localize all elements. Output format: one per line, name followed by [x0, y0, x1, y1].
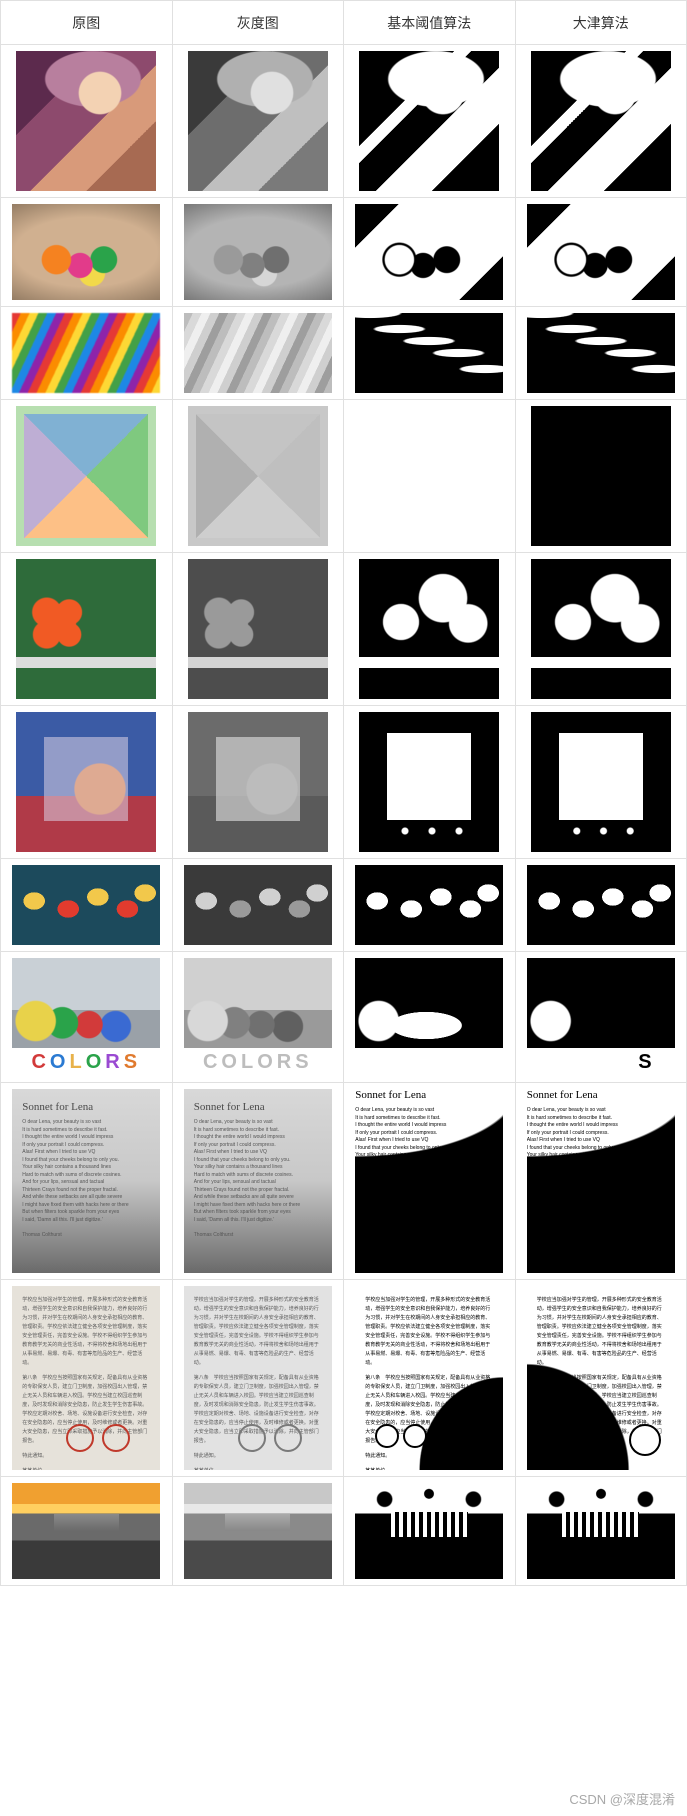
doc-paragraph: 学校应当加强对学生的管理，开展多种形式的安全教育活动，增强学生的安全意识和自我保…: [194, 1296, 322, 1368]
table-row: 学校应当加强对学生的管理，开展多种形式的安全教育活动，增强学生的安全意识和自我保…: [1, 1280, 687, 1477]
abstract-threshold: [359, 712, 499, 852]
stamp-icon: [274, 1424, 302, 1452]
sonnet-otsu: Sonnet for Lena O dear Lena, your beauty …: [527, 1089, 675, 1273]
doc-signature: 某某单位: [22, 1467, 150, 1470]
doc-paragraph: 特此通知。: [22, 1452, 150, 1461]
colors-threshold: COLORS: [355, 958, 503, 1076]
table-row: [1, 45, 687, 198]
sonnet-body: O dear Lena, your beauty is so vastIt is…: [22, 1119, 150, 1239]
colors-letters: COLORS: [527, 1048, 675, 1076]
tulips-original: [12, 865, 160, 945]
colors-original: COLORS: [12, 958, 160, 1076]
waves-grayscale: [184, 313, 332, 393]
table-row: COLORS COLORS COLORS COLORS: [1, 952, 687, 1083]
doc-signature: 某某单位: [365, 1467, 493, 1470]
stamp-icon: [403, 1424, 427, 1448]
sonnet-body: O dear Lena, your beauty is so vastIt is…: [355, 1107, 503, 1227]
abstract-otsu: [531, 712, 671, 852]
stamp-icon: [66, 1424, 94, 1452]
header-row: 原图 灰度图 基本阈值算法 大津算法: [1, 1, 687, 45]
stamp-icon: [102, 1424, 130, 1452]
doc-paragraph: 学校应当加强对学生的管理，开展多种形式的安全教育活动，增强学生的安全意识和自我保…: [365, 1296, 493, 1368]
sonnet-original: Sonnet for Lena O dear Lena, your beauty …: [12, 1089, 160, 1273]
waves-threshold: [355, 313, 503, 393]
table-row: [1, 859, 687, 952]
wall-grayscale: [184, 1483, 332, 1579]
waves-original: [12, 313, 160, 393]
table-row: [1, 400, 687, 553]
colors-otsu: COLORS: [527, 958, 675, 1076]
doc-otsu: 学校应当加强对学生的管理，开展多种形式的安全教育活动，增强学生的安全意识和自我保…: [527, 1286, 675, 1470]
doc-signature: 某某单位: [194, 1467, 322, 1470]
flower-grayscale: [188, 559, 328, 699]
header-threshold: 基本阈值算法: [344, 1, 516, 45]
table-row: [1, 307, 687, 400]
sonnet-title: Sonnet for Lena: [355, 1089, 503, 1101]
lena-grayscale: [188, 51, 328, 191]
wall-otsu: [527, 1483, 675, 1579]
geom-grayscale: [188, 406, 328, 546]
doc-threshold: 学校应当加强对学生的管理，开展多种形式的安全教育活动，增强学生的安全意识和自我保…: [355, 1286, 503, 1470]
watermark-text: CSDN @深度混淆: [569, 1789, 675, 1808]
wall-original: [12, 1483, 160, 1579]
tulips-grayscale: [184, 865, 332, 945]
lena-threshold: [359, 51, 499, 191]
lena-original: [16, 51, 156, 191]
doc-paragraph: 特此通知。: [194, 1452, 322, 1461]
table-row: [1, 706, 687, 859]
macaron-original: [12, 204, 160, 300]
flower-otsu: [531, 559, 671, 699]
flower-threshold: [359, 559, 499, 699]
colors-letters: COLORS: [12, 1048, 160, 1076]
doc-paragraph: 学校应当加强对学生的管理，开展多种形式的安全教育活动，增强学生的安全意识和自我保…: [22, 1296, 150, 1368]
lena-otsu: [531, 51, 671, 191]
sonnet-title: Sonnet for Lena: [22, 1101, 150, 1113]
macaron-grayscale: [184, 204, 332, 300]
sonnet-title: Sonnet for Lena: [527, 1089, 675, 1101]
header-original: 原图: [1, 1, 173, 45]
sonnet-threshold: Sonnet for Lena O dear Lena, your beauty …: [355, 1089, 503, 1273]
doc-paragraph: 特此通知。: [365, 1452, 493, 1461]
sonnet-body: O dear Lena, your beauty is so vastIt is…: [194, 1119, 322, 1239]
colors-letters: COLORS: [355, 1048, 503, 1076]
macaron-threshold: [355, 204, 503, 300]
doc-grayscale: 学校应当加强对学生的管理，开展多种形式的安全教育活动，增强学生的安全意识和自我保…: [184, 1286, 332, 1470]
header-grayscale: 灰度图: [172, 1, 344, 45]
abstract-original: [16, 712, 156, 852]
doc-original: 学校应当加强对学生的管理，开展多种形式的安全教育活动，增强学生的安全意识和自我保…: [12, 1286, 160, 1470]
stamp-icon: [629, 1424, 661, 1456]
tulips-otsu: [527, 865, 675, 945]
comparison-table: 原图 灰度图 基本阈值算法 大津算法 COLORSCOLORSCOLORSCOL…: [0, 0, 687, 1586]
tulips-threshold: [355, 865, 503, 945]
macaron-otsu: [527, 204, 675, 300]
geom-threshold: [359, 406, 499, 546]
stamp-icon: [238, 1424, 266, 1452]
geom-original: [16, 406, 156, 546]
table-row: [1, 553, 687, 706]
flower-original: [16, 559, 156, 699]
doc-paragraph: 学校应当加强对学生的管理，开展多种形式的安全教育活动，增强学生的安全意识和自我保…: [537, 1296, 665, 1368]
table-row: [1, 198, 687, 307]
waves-otsu: [527, 313, 675, 393]
wall-threshold: [355, 1483, 503, 1579]
geom-otsu: [531, 406, 671, 546]
table-row: Sonnet for Lena O dear Lena, your beauty …: [1, 1083, 687, 1280]
header-otsu: 大津算法: [515, 1, 687, 45]
colors-grayscale: COLORS: [184, 958, 332, 1076]
sonnet-title: Sonnet for Lena: [194, 1101, 322, 1113]
table-row: [1, 1477, 687, 1586]
abstract-grayscale: [188, 712, 328, 852]
doc-signature: 某某单位: [537, 1467, 665, 1470]
colors-letters: COLORS: [184, 1048, 332, 1076]
sonnet-grayscale: Sonnet for Lena O dear Lena, your beauty …: [184, 1089, 332, 1273]
sonnet-body: O dear Lena, your beauty is so vastIt is…: [527, 1107, 675, 1227]
